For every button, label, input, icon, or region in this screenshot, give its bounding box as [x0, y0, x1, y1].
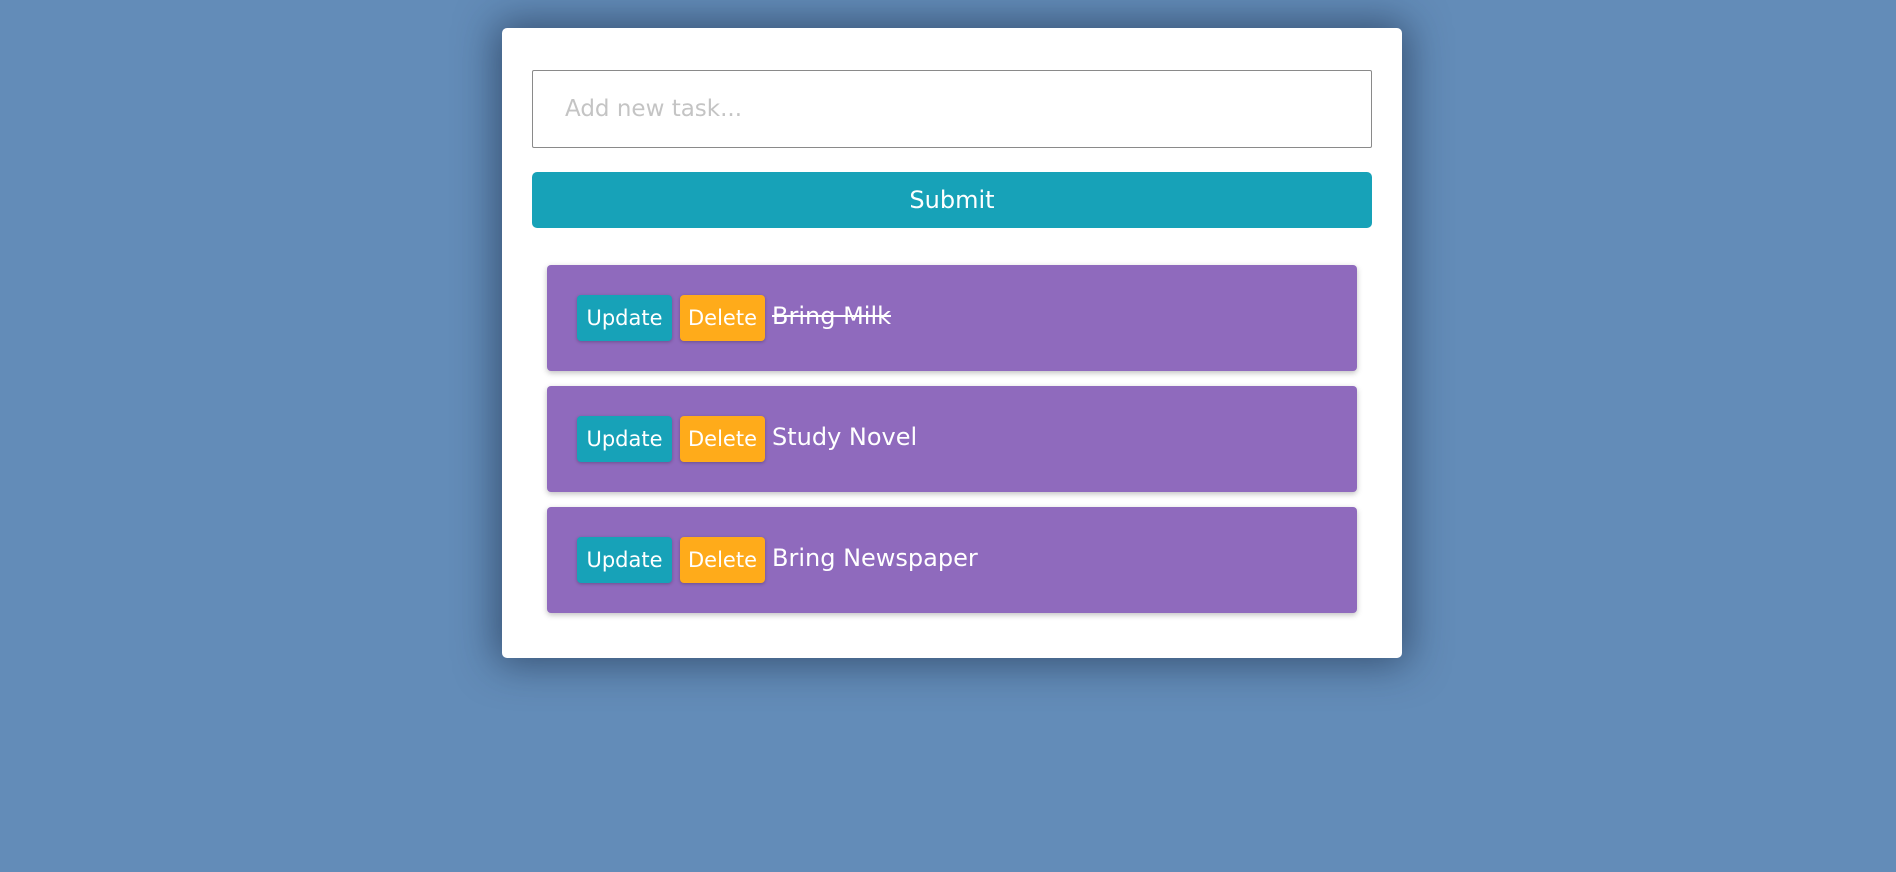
- submit-button[interactable]: Submit: [532, 172, 1372, 228]
- task-item: Update Delete Bring Milk: [547, 265, 1357, 371]
- delete-button[interactable]: Delete: [680, 537, 765, 583]
- update-button[interactable]: Update: [577, 416, 672, 462]
- update-button[interactable]: Update: [577, 295, 672, 341]
- task-list: Update Delete Bring Milk Update Delete S…: [547, 265, 1357, 628]
- update-button[interactable]: Update: [577, 537, 672, 583]
- task-text[interactable]: Bring Milk: [772, 302, 891, 330]
- task-item: Update Delete Bring Newspaper: [547, 507, 1357, 613]
- task-text[interactable]: Study Novel: [772, 423, 917, 451]
- task-item: Update Delete Study Novel: [547, 386, 1357, 492]
- task-text[interactable]: Bring Newspaper: [772, 544, 978, 572]
- delete-button[interactable]: Delete: [680, 295, 765, 341]
- todo-card: Submit Update Delete Bring Milk Update D…: [502, 28, 1402, 658]
- new-task-input[interactable]: [532, 70, 1372, 148]
- delete-button[interactable]: Delete: [680, 416, 765, 462]
